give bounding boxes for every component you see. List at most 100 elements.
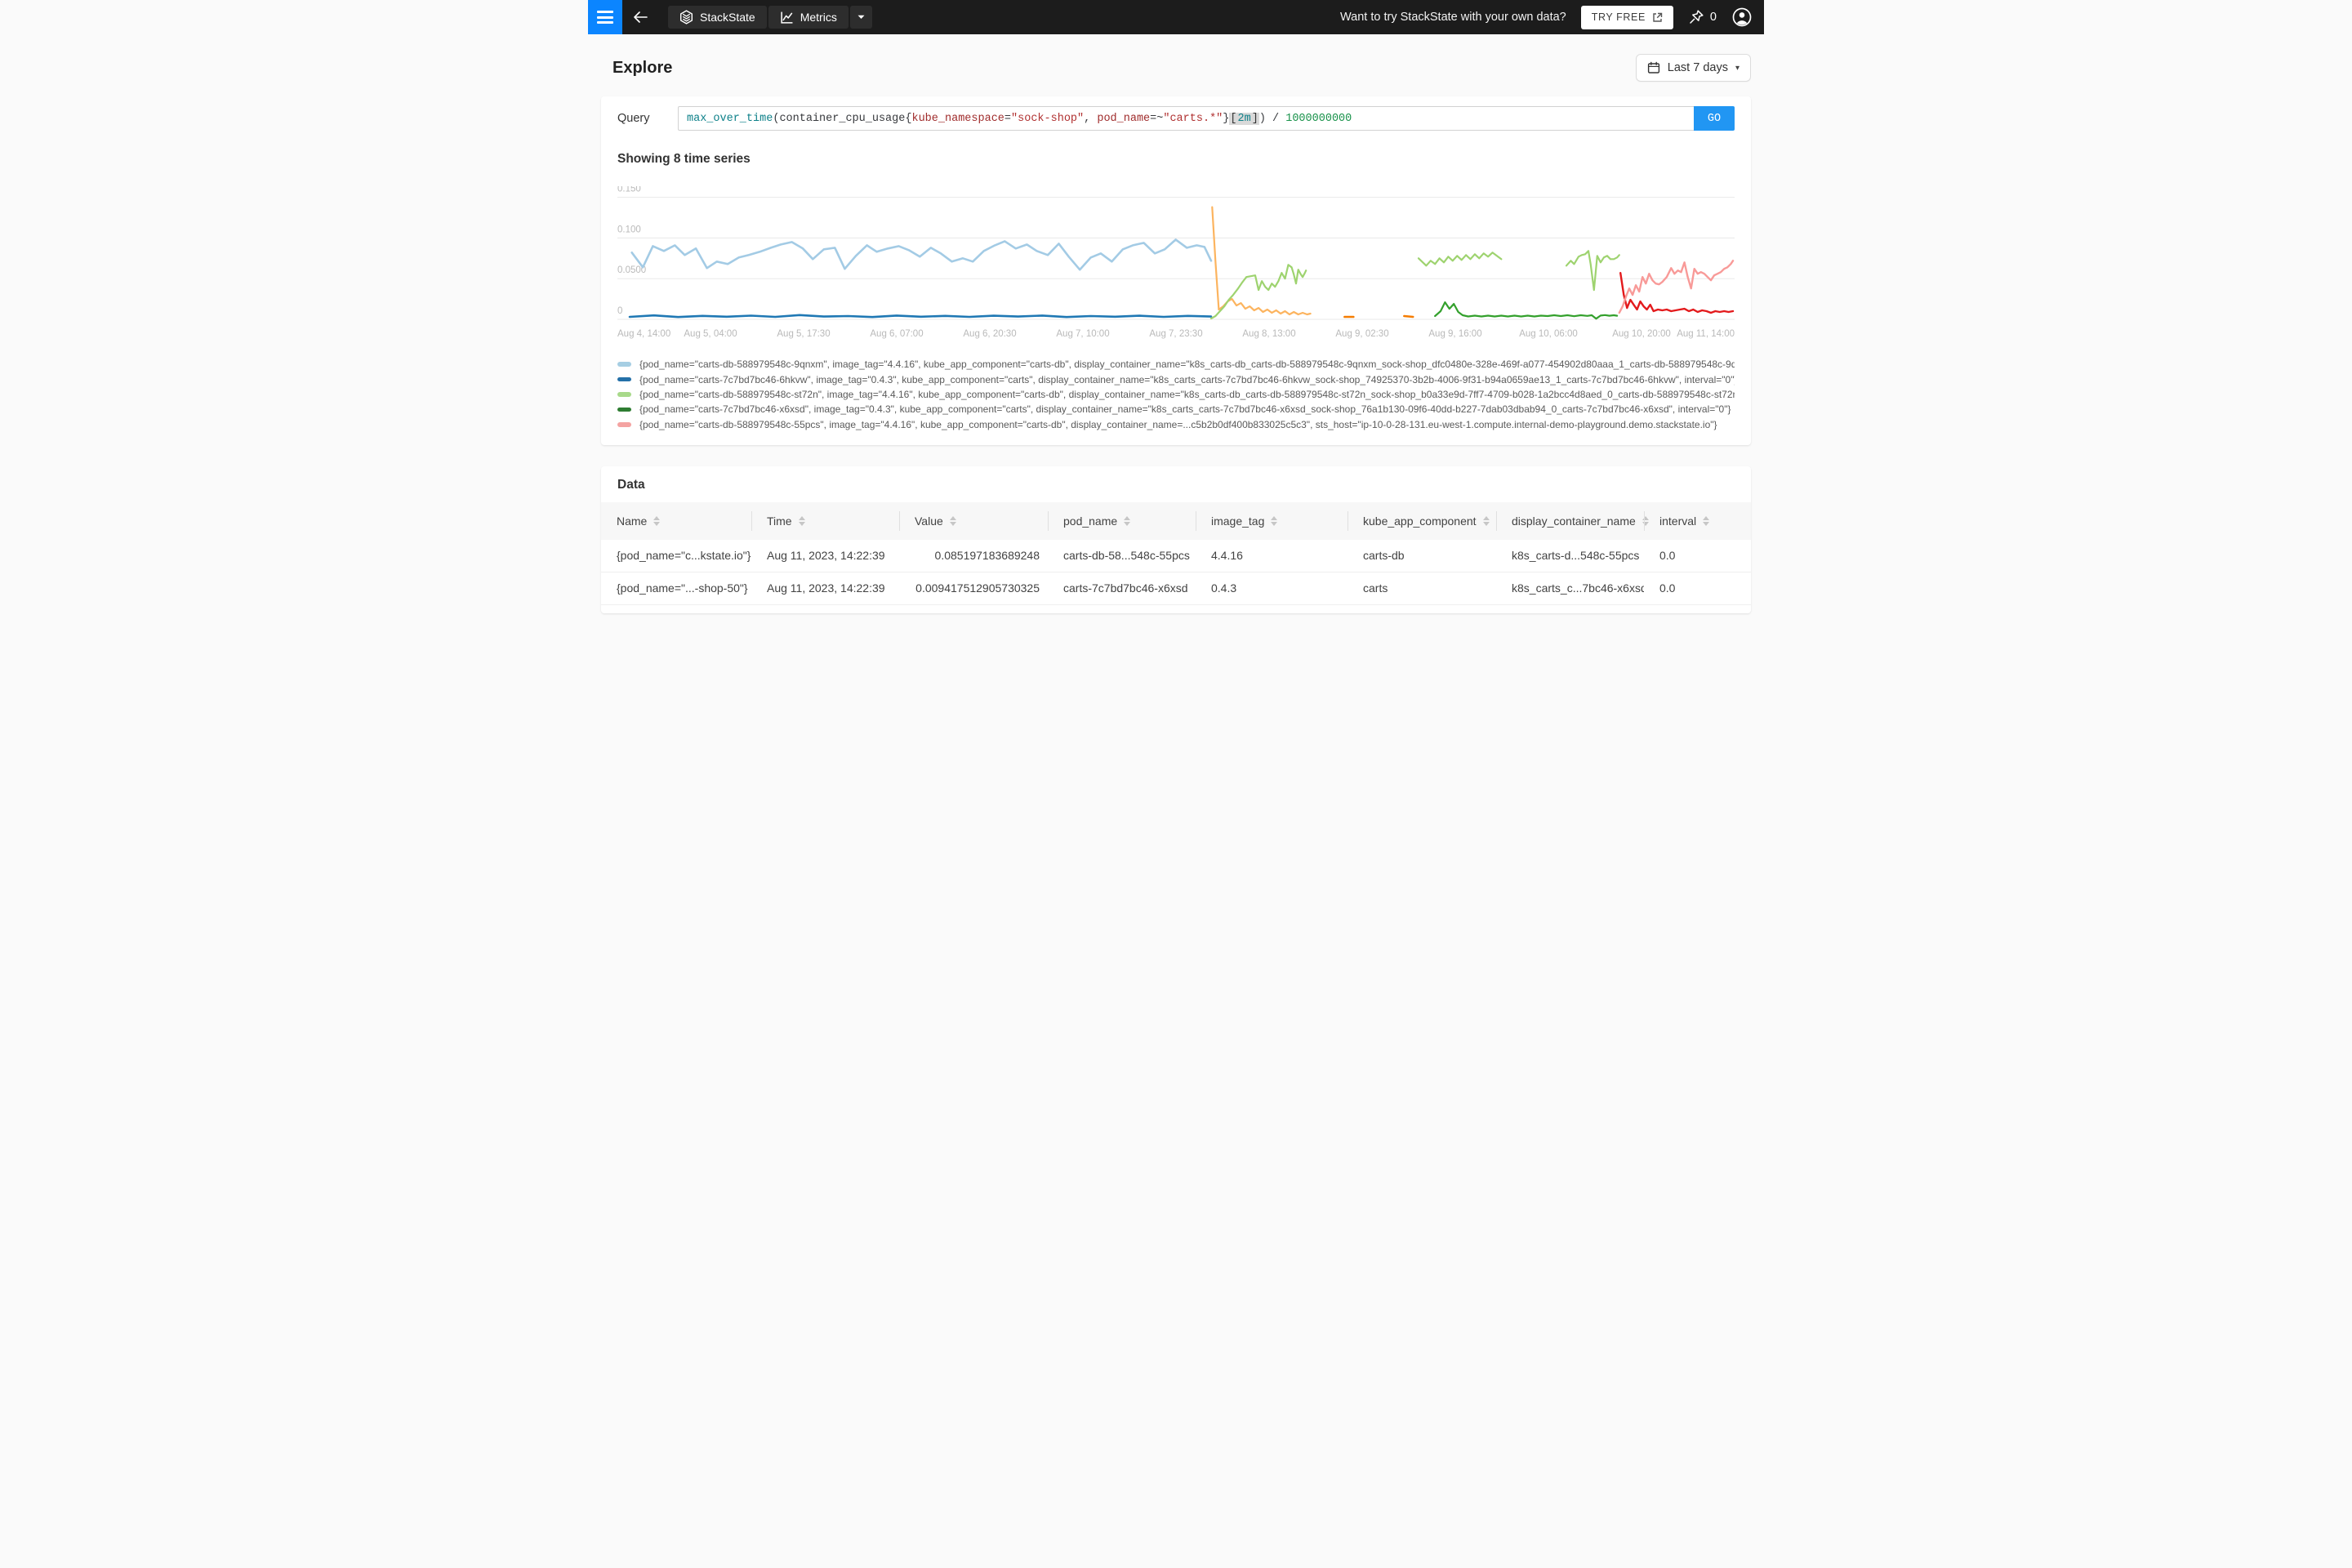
series-line-carts-7c7bd7bc46-x6xsd (1434, 301, 1619, 320)
column-header-time[interactable]: Time (751, 502, 899, 540)
column-header-pod_name[interactable]: pod_name (1048, 502, 1196, 540)
data-card: Data Name Time Value pod_name image_tag kube_… (601, 466, 1751, 613)
legend-swatch-icon (617, 407, 631, 412)
series-line-carts-db-588979548c-55pcs (1618, 260, 1735, 314)
x-axis-tick-label: Aug 10, 20:00 (1612, 329, 1671, 339)
query-token: "carts.*" (1163, 112, 1223, 125)
app-tabs: StackState Metrics (668, 6, 872, 29)
legend-item[interactable]: {pod_name="carts-db-588979548c-55pcs", i… (617, 417, 1735, 432)
tab-metrics[interactable]: Metrics (768, 6, 849, 29)
back-arrow-icon (633, 11, 648, 23)
y-axis-tick-label: 0.150 (617, 186, 641, 194)
table-row: {pod_name="...-shop-50"} Aug 11, 2023, 14… (601, 572, 1751, 605)
legend-item[interactable]: {pod_name="carts-db-588979548c-9qnxm", i… (617, 357, 1735, 372)
legend-item[interactable]: {pod_name="carts-db-588979548c-st72n", i… (617, 387, 1735, 402)
go-button[interactable]: GO (1694, 106, 1735, 131)
column-label: Time (767, 514, 792, 528)
navbar-right: Want to try StackState with your own dat… (1340, 5, 1764, 29)
table-cell-interval: 0.0 (1659, 549, 1676, 563)
chart-heading: Showing 8 time series (617, 152, 751, 166)
table-cell-time: Aug 11, 2023, 14:22:39 (767, 581, 885, 595)
x-axis-tick-label: Aug 11, 14:00 (1677, 329, 1735, 339)
series-line-unlisted-series-light-orange- (1211, 206, 1312, 316)
column-header-kube_app_component[interactable]: kube_app_component (1348, 502, 1496, 540)
query-token: pod_name (1097, 112, 1151, 125)
table-cell-image_tag: 4.4.16 (1211, 549, 1243, 563)
calendar-icon (1647, 61, 1660, 74)
x-axis-tick-label: Aug 9, 16:00 (1428, 329, 1481, 339)
chevron-down-icon: ▾ (1735, 63, 1740, 73)
x-axis-tick-label: Aug 9, 02:30 (1335, 329, 1388, 339)
query-token: , (1084, 112, 1098, 125)
x-axis-tick-label: Aug 5, 04:00 (684, 329, 737, 339)
time-range-selector[interactable]: Last 7 days ▾ (1635, 54, 1751, 82)
column-label: kube_app_component (1363, 514, 1477, 528)
legend-label: {pod_name="carts-db-588979548c-st72n", i… (639, 388, 1735, 400)
try-free-button[interactable]: TRY FREE (1580, 5, 1673, 29)
sort-icon (798, 515, 805, 526)
sort-icon (1271, 515, 1278, 526)
stackstate-logo-icon (679, 10, 693, 24)
table-cell-time: Aug 11, 2023, 14:22:39 (767, 549, 885, 563)
column-header-interval[interactable]: interval (1644, 502, 1751, 540)
pinned-views-button[interactable]: 0 (1688, 9, 1717, 25)
chevron-down-icon (858, 15, 865, 20)
query-token: 2m (1237, 112, 1251, 125)
legend-label: {pod_name="carts-7c7bd7bc46-6hkvw", imag… (639, 373, 1735, 385)
legend-swatch-icon (617, 422, 631, 427)
page-title: Explore (612, 58, 673, 77)
page-header: Explore Last 7 days ▾ (588, 34, 1764, 96)
try-free-label: TRY FREE (1591, 11, 1646, 23)
column-header-name[interactable]: Name (601, 502, 751, 540)
table-cell-value: 0.085197183689248 (934, 549, 1040, 563)
tab-stackstate[interactable]: StackState (668, 6, 767, 29)
x-axis-tick-label: Aug 6, 20:30 (963, 329, 1016, 339)
table-cell-kube_app_component: carts (1363, 581, 1388, 595)
column-header-value[interactable]: Value (899, 502, 1048, 540)
query-token: max_over_time (687, 112, 773, 125)
table-row: {pod_name="c...kstate.io"} Aug 11, 2023, … (601, 540, 1751, 572)
column-header-display_container_name[interactable]: display_container_name (1496, 502, 1649, 540)
legend-swatch-icon (617, 362, 631, 367)
top-navbar: StackState Metrics Want to try StackStat… (588, 0, 1764, 34)
legend-item[interactable]: {pod_name="carts-7c7bd7bc46-x6xsd", imag… (617, 402, 1735, 416)
x-axis-tick-label: Aug 5, 17:30 (777, 329, 830, 339)
series-line-carts-7c7bd7bc46-6hkvw (628, 314, 1213, 318)
column-label: pod_name (1063, 514, 1118, 528)
promo-text: Want to try StackState with your own dat… (1340, 11, 1566, 24)
time-range-label: Last 7 days (1667, 61, 1728, 74)
hamburger-menu-button[interactable] (588, 0, 622, 34)
query-token: container_cpu_usage (779, 112, 906, 125)
query-token: ] (1250, 112, 1259, 125)
query-token: "sock-shop" (1011, 112, 1085, 125)
table-cell-kube_app_component: carts-db (1363, 549, 1405, 563)
legend-swatch-icon (617, 392, 631, 397)
table-body: {pod_name="c...kstate.io"} Aug 11, 2023, … (601, 540, 1751, 605)
table-cell-name: {pod_name="...-shop-50"} (617, 581, 748, 595)
query-input[interactable]: max_over_time(container_cpu_usage{kube_n… (678, 106, 1694, 131)
column-header-image_tag[interactable]: image_tag (1196, 502, 1348, 540)
series-line-carts-db-588979548c-st72n (1565, 250, 1620, 292)
x-axis-tick-label: Aug 4, 14:00 (617, 329, 670, 339)
query-token: } (1223, 112, 1230, 125)
x-axis-tick-label: Aug 7, 23:30 (1149, 329, 1202, 339)
series-line-carts-db-588979548c-st72n (1209, 264, 1307, 320)
table-cell-image_tag: 0.4.3 (1211, 581, 1237, 595)
legend-label: {pod_name="carts-7c7bd7bc46-x6xsd", imag… (639, 403, 1731, 416)
x-axis-tick-label: Aug 7, 10:00 (1056, 329, 1109, 339)
tab-dropdown-caret[interactable] (849, 6, 872, 29)
column-label: display_container_name (1512, 514, 1636, 528)
user-avatar-button[interactable] (1731, 7, 1753, 28)
query-token: 1000000000 (1285, 112, 1352, 125)
column-label: image_tag (1211, 514, 1265, 528)
tab-metrics-label: Metrics (800, 11, 837, 24)
legend-item[interactable]: {pod_name="carts-7c7bd7bc46-6hkvw", imag… (617, 372, 1735, 386)
back-button[interactable] (622, 0, 658, 34)
query-label: Query (617, 112, 650, 125)
avatar-icon (1731, 7, 1753, 28)
sort-icon (653, 515, 661, 526)
pin-icon (1688, 9, 1704, 25)
x-axis-tick-label: Aug 10, 06:00 (1519, 329, 1578, 339)
y-axis-tick-label: 0.100 (617, 225, 641, 234)
sort-icon (949, 515, 956, 526)
